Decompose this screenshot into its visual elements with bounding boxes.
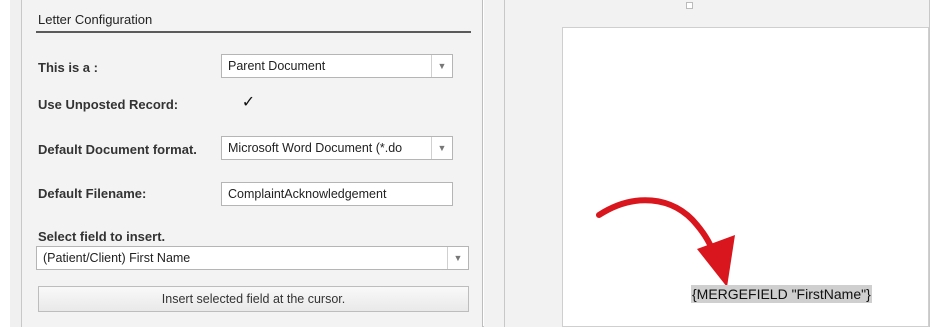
default-filename-label: Default Filename: — [38, 186, 147, 201]
chevron-down-icon[interactable]: ▼ — [431, 55, 452, 77]
use-unposted-record-label: Use Unposted Record: — [38, 97, 179, 112]
document-type-value: Parent Document — [228, 59, 326, 73]
chevron-down-icon[interactable]: ▼ — [431, 137, 452, 159]
default-document-format-label: Default Document format. — [38, 142, 197, 157]
title-divider — [36, 31, 471, 33]
field-to-insert-select[interactable]: (Patient/Client) First Name ▼ — [36, 246, 469, 270]
default-filename-value: ComplaintAcknowledgement — [228, 187, 387, 201]
document-workspace: {MERGEFIELD "FirstName"} — [484, 0, 929, 327]
left-gutter — [10, 0, 22, 327]
mergefield-text[interactable]: {MERGEFIELD "FirstName"} — [691, 285, 872, 303]
default-document-format-value: Microsoft Word Document (*.do — [228, 141, 403, 155]
document-type-select[interactable]: Parent Document ▼ — [221, 54, 453, 78]
insert-field-button[interactable]: Insert selected field at the cursor. — [38, 286, 469, 312]
arrow-head — [697, 235, 735, 287]
arrow-shaft — [596, 197, 718, 262]
letter-configuration-panel: Letter Configuration This is a : Parent … — [22, 0, 483, 327]
field-to-insert-value: (Patient/Client) First Name — [43, 251, 191, 265]
this-is-a-label: This is a : — [38, 60, 98, 75]
chevron-down-icon[interactable]: ▼ — [447, 247, 468, 269]
document-page[interactable]: {MERGEFIELD "FirstName"} — [562, 27, 929, 327]
default-filename-input[interactable]: ComplaintAcknowledgement — [221, 182, 453, 206]
select-field-label: Select field to insert. — [38, 229, 166, 244]
default-document-format-select[interactable]: Microsoft Word Document (*.do ▼ — [221, 136, 453, 160]
red-curved-arrow-icon — [596, 197, 735, 287]
margin-marker[interactable] — [686, 2, 693, 9]
use-unposted-record-checkbox[interactable]: ✓ — [241, 95, 256, 111]
ruler-divider — [504, 0, 505, 327]
panel-title: Letter Configuration — [38, 12, 153, 27]
